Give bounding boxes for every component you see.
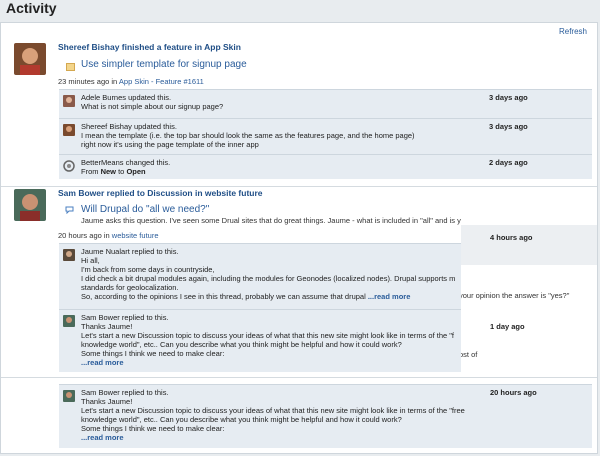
project-link[interactable]: website future — [112, 231, 159, 240]
comment-text: So, according to the opinions I see in t… — [81, 292, 411, 301]
user-avatar-icon — [63, 124, 75, 136]
comment-text: right now it's using the page template o… — [81, 140, 259, 149]
comment-text: What is not simple about our signup page… — [81, 102, 224, 111]
comment-author[interactable]: Adele Burnes — [81, 93, 126, 102]
comment-text: knowledge world", etc.. Can you describe… — [81, 415, 402, 424]
feed-item-subtitle[interactable]: Use simpler template for signup page — [81, 59, 247, 70]
comment: Jaume Nualart replied to this. Hi all, I… — [59, 243, 461, 309]
comment: Adele Burnes updated this. What is not s… — [59, 89, 592, 118]
panel-overlay — [461, 265, 597, 375]
comment-text: I mean the template (i.e. the top bar sh… — [81, 131, 415, 140]
bettermeans-logo-icon — [63, 160, 75, 172]
feed-item-headline[interactable]: Sam Bower replied to Discussion in websi… — [58, 188, 263, 198]
comment-author[interactable]: Jaume Nualart — [81, 247, 130, 256]
avatar[interactable] — [63, 249, 75, 261]
comment-text: Some things I think we need to make clea… — [81, 349, 225, 358]
behind-text: your opinion the answer is "yes?" — [459, 291, 570, 300]
comment: Sam Bower replied to this. Thanks Jaume!… — [59, 384, 592, 448]
comment-author[interactable]: Shereef Bishay — [81, 122, 132, 131]
comment-author[interactable]: Sam Bower — [81, 388, 120, 397]
user-avatar-icon — [14, 43, 46, 75]
comment-text: standards for geolocalization. — [81, 283, 179, 292]
avatar[interactable] — [63, 95, 75, 107]
read-more-link[interactable]: ...read more — [81, 358, 124, 367]
feature-icon — [66, 63, 75, 71]
discussion-icon — [65, 206, 74, 214]
comment-text: Thanks Jaume! — [81, 397, 133, 406]
avatar[interactable] — [63, 124, 75, 136]
feed-item-body: Jaume asks this question. I've seen some… — [81, 216, 461, 225]
avatar[interactable] — [14, 43, 46, 75]
feed-item-meta: 20 hours ago in website future — [58, 231, 159, 240]
comment-text: knowledge world", etc.. Can you describe… — [81, 340, 402, 349]
feed-item-meta: 23 minutes ago in App Skin - Feature #16… — [58, 77, 204, 86]
read-more-link[interactable]: ...read more — [81, 433, 124, 442]
user-avatar-icon — [63, 249, 75, 261]
comment-text: Let's start a new Discussion topic to di… — [81, 406, 465, 415]
user-avatar-icon — [63, 95, 75, 107]
avatar[interactable] — [63, 160, 75, 172]
behind-text: ost of — [459, 350, 478, 359]
comment-time: 3 days ago — [489, 122, 528, 131]
comment-author[interactable]: BetterMeans — [81, 158, 124, 167]
comment-text: I did check a bit drupal modules again, … — [81, 274, 456, 283]
page-title: Activity — [6, 0, 57, 16]
divider — [1, 186, 597, 187]
feed-item-subtitle[interactable]: Will Drupal do "all we need?" — [81, 204, 209, 215]
user-avatar-icon — [14, 189, 46, 221]
comment-time: 1 day ago — [490, 322, 525, 331]
user-avatar-icon — [63, 315, 75, 327]
comment-text: Some things I think we need to make clea… — [81, 424, 225, 433]
avatar[interactable] — [14, 189, 46, 221]
comment: BetterMeans changed this. From New to Op… — [59, 154, 592, 179]
comment: Shereef Bishay updated this. I mean the … — [59, 118, 592, 154]
panel-overlay — [461, 225, 597, 265]
comment-time: 3 days ago — [489, 93, 528, 102]
avatar[interactable] — [63, 390, 75, 402]
read-more-link[interactable]: ...read more — [368, 292, 411, 301]
comment-text: Hi all, — [81, 256, 100, 265]
refresh-link[interactable]: Refresh — [559, 27, 587, 36]
comment-time: 2 days ago — [489, 158, 528, 167]
status-change-text: From New to Open — [81, 167, 146, 176]
divider — [1, 377, 597, 378]
comment-author[interactable]: Sam Bower — [81, 313, 120, 322]
activity-panel: Refresh Shereef Bishay finished a featur… — [0, 22, 598, 454]
comment: Sam Bower replied to this. Thanks Jaume!… — [59, 309, 461, 372]
project-link[interactable]: App Skin - Feature #1611 — [119, 77, 204, 86]
feed-item-headline[interactable]: Shereef Bishay finished a feature in App… — [58, 42, 241, 52]
user-avatar-icon — [63, 390, 75, 402]
avatar[interactable] — [63, 315, 75, 327]
comment-text: Let's start a new Discussion topic to di… — [81, 331, 455, 340]
comment-time: 4 hours ago — [490, 233, 533, 242]
comment-time: 20 hours ago — [490, 388, 537, 397]
comment-text: I'm back from some days in countryside, — [81, 265, 215, 274]
comment-text: Thanks Jaume! — [81, 322, 133, 331]
